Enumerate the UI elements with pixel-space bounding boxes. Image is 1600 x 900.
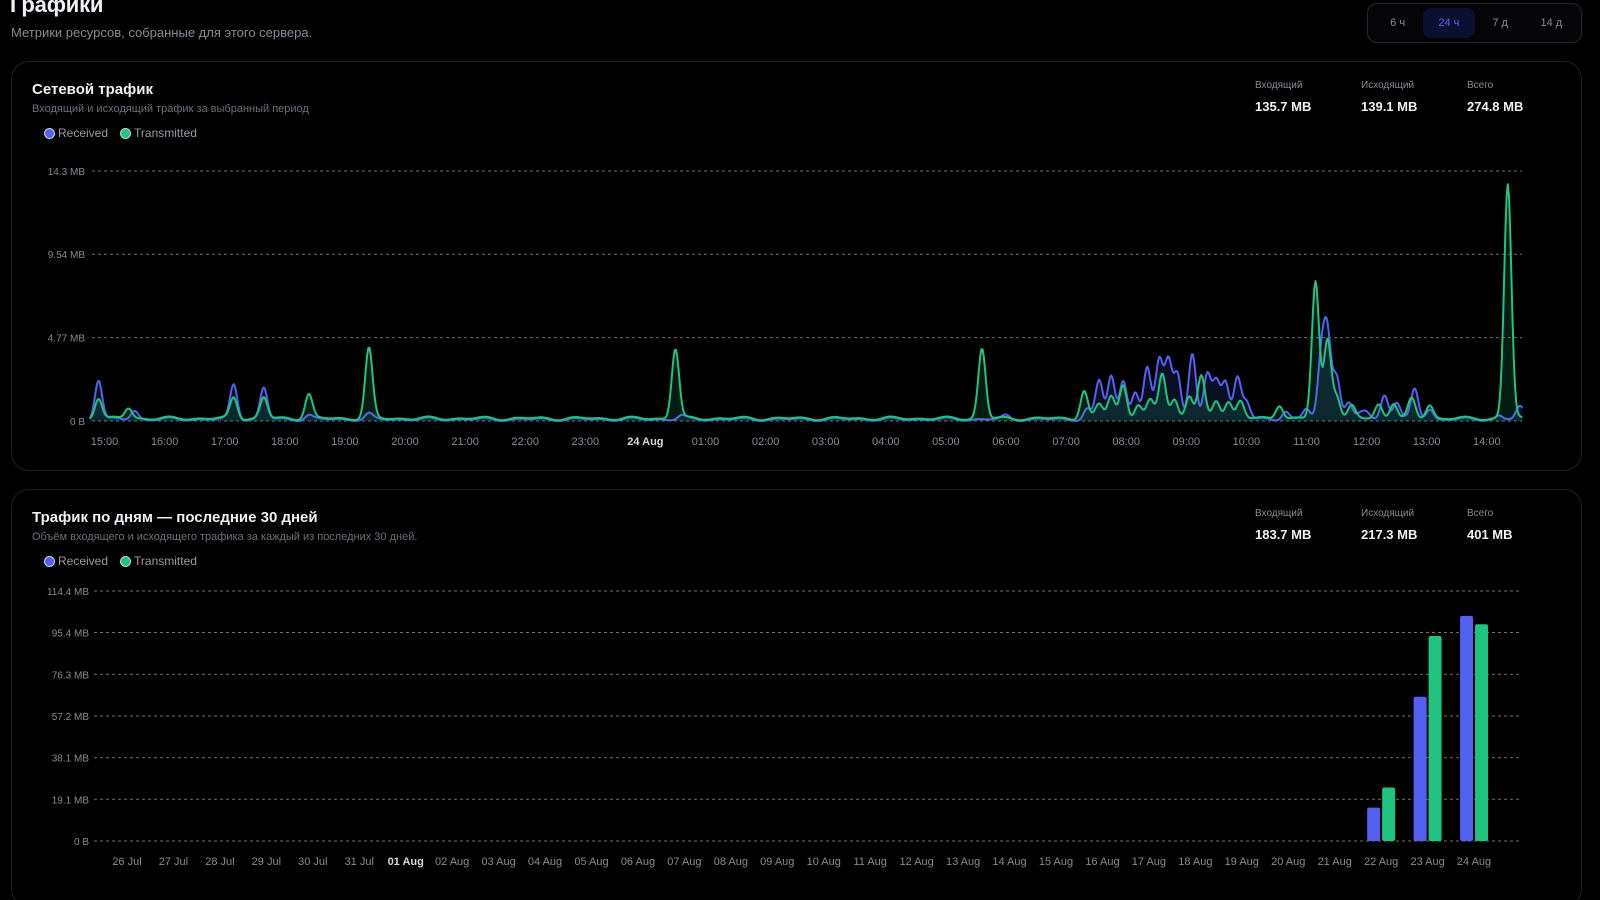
range-6h-button[interactable]: 6 ч	[1372, 8, 1423, 38]
daily-traffic-chart[interactable]: 0 B 19.1 MB 38.1 MB 57.2 MB 76.3 MB 95.4 MB 11…	[12, 490, 1583, 900]
y-tick-label: 14.3 MB	[48, 167, 86, 178]
x-tick-label: 16:00	[151, 436, 179, 448]
x-tick-label: 02:00	[752, 436, 780, 448]
y-tick-label: 114.4 MB	[47, 587, 89, 598]
page-subtitle: Метрики ресурсов, собранные для этого се…	[11, 25, 313, 40]
x-tick-label: 04 Aug	[528, 856, 562, 868]
y-tick-label: 19.1 MB	[52, 795, 90, 806]
series-line-transmitted	[88, 183, 1523, 422]
y-tick-label: 38.1 MB	[52, 754, 90, 765]
x-tick-label: 09:00	[1173, 436, 1201, 448]
y-tick-label: 9.54 MB	[48, 250, 86, 261]
x-tick-label: 02 Aug	[435, 856, 469, 868]
x-tick-label: 31 Jul	[345, 856, 374, 868]
range-7d-button[interactable]: 7 д	[1475, 8, 1526, 38]
x-tick-label: 13:00	[1413, 436, 1441, 448]
x-tick-label: 20 Aug	[1271, 856, 1305, 868]
x-tick-label: 30 Jul	[298, 856, 327, 868]
x-tick-label: 21:00	[451, 436, 479, 448]
network-traffic-chart[interactable]: 0 B 4.77 MB 9.54 MB 14.3 MB 15:00 16:00 17:00 1…	[12, 62, 1583, 472]
x-tick-label: 04:00	[872, 436, 900, 448]
series-area-transmitted	[89, 184, 1523, 421]
y-tick-label: 4.77 MB	[48, 334, 86, 345]
x-tick-label: 24 Aug	[627, 436, 663, 448]
x-tick-label: 11:00	[1293, 436, 1320, 448]
y-tick-label: 76.3 MB	[52, 670, 90, 681]
x-tick-label: 01 Aug	[388, 856, 424, 868]
bar-received	[1460, 615, 1474, 841]
x-tick-label: 29 Jul	[252, 856, 281, 868]
y-tick-label: 95.4 MB	[52, 629, 90, 640]
y-tick-label: 0 B	[70, 417, 85, 428]
x-tick-label: 20:00	[391, 436, 419, 448]
bar-transmitted	[1428, 636, 1442, 841]
bar-transmitted	[1382, 787, 1396, 841]
bar-transmitted	[1475, 624, 1489, 841]
x-tick-label: 19 Aug	[1225, 856, 1259, 868]
x-tick-label: 06:00	[992, 436, 1020, 448]
x-tick-label: 21 Aug	[1318, 856, 1352, 868]
x-tick-label: 01:00	[692, 436, 720, 448]
x-tick-label: 03:00	[812, 436, 840, 448]
x-tick-label: 16 Aug	[1085, 856, 1119, 868]
x-tick-label: 14:00	[1473, 436, 1501, 448]
x-tick-label: 24 Aug	[1457, 856, 1491, 868]
range-14d-button[interactable]: 14 д	[1526, 8, 1577, 38]
x-tick-label: 14 Aug	[992, 856, 1026, 868]
x-tick-label: 07:00	[1052, 436, 1080, 448]
x-tick-label: 19:00	[331, 436, 359, 448]
x-tick-label: 12 Aug	[900, 856, 934, 868]
x-tick-label: 09 Aug	[760, 856, 794, 868]
x-tick-label: 10 Aug	[807, 856, 841, 868]
x-tick-label: 22:00	[511, 436, 539, 448]
x-tick-label: 22 Aug	[1364, 856, 1398, 868]
time-range-selector: 6 ч 24 ч 7 д 14 д	[1367, 3, 1582, 43]
x-tick-label: 27 Jul	[159, 856, 188, 868]
page-title: Графики	[10, 0, 104, 17]
x-tick-label: 26 Jul	[112, 856, 141, 868]
x-tick-label: 13 Aug	[946, 856, 980, 868]
x-tick-label: 23:00	[572, 436, 600, 448]
x-tick-label: 17:00	[211, 436, 239, 448]
network-traffic-card: Сетевой трафик Входящий и исходящий траф…	[11, 61, 1582, 471]
x-tick-label: 03 Aug	[481, 856, 515, 868]
x-tick-label: 08 Aug	[714, 856, 748, 868]
y-tick-label: 57.2 MB	[52, 712, 90, 723]
x-tick-label: 08:00	[1112, 436, 1140, 448]
x-tick-label: 28 Jul	[205, 856, 234, 868]
range-24h-button[interactable]: 24 ч	[1423, 8, 1475, 38]
x-tick-label: 05:00	[932, 436, 960, 448]
x-tick-label: 18 Aug	[1178, 856, 1212, 868]
daily-traffic-card: Трафик по дням — последние 30 дней Объём…	[11, 489, 1582, 900]
bar-received	[1413, 696, 1427, 841]
x-tick-label: 06 Aug	[621, 856, 655, 868]
x-tick-label: 15:00	[91, 436, 119, 448]
x-tick-label: 12:00	[1353, 436, 1381, 448]
x-tick-label: 11 Aug	[853, 856, 886, 868]
x-tick-label: 10:00	[1233, 436, 1261, 448]
bar-received	[1367, 807, 1381, 841]
x-tick-label: 18:00	[271, 436, 299, 448]
x-tick-label: 07 Aug	[667, 856, 701, 868]
x-tick-label: 15 Aug	[1039, 856, 1073, 868]
x-tick-label: 17 Aug	[1132, 856, 1166, 868]
x-tick-label: 05 Aug	[574, 856, 608, 868]
y-tick-label: 0 B	[74, 837, 89, 848]
x-tick-label: 23 Aug	[1410, 856, 1444, 868]
